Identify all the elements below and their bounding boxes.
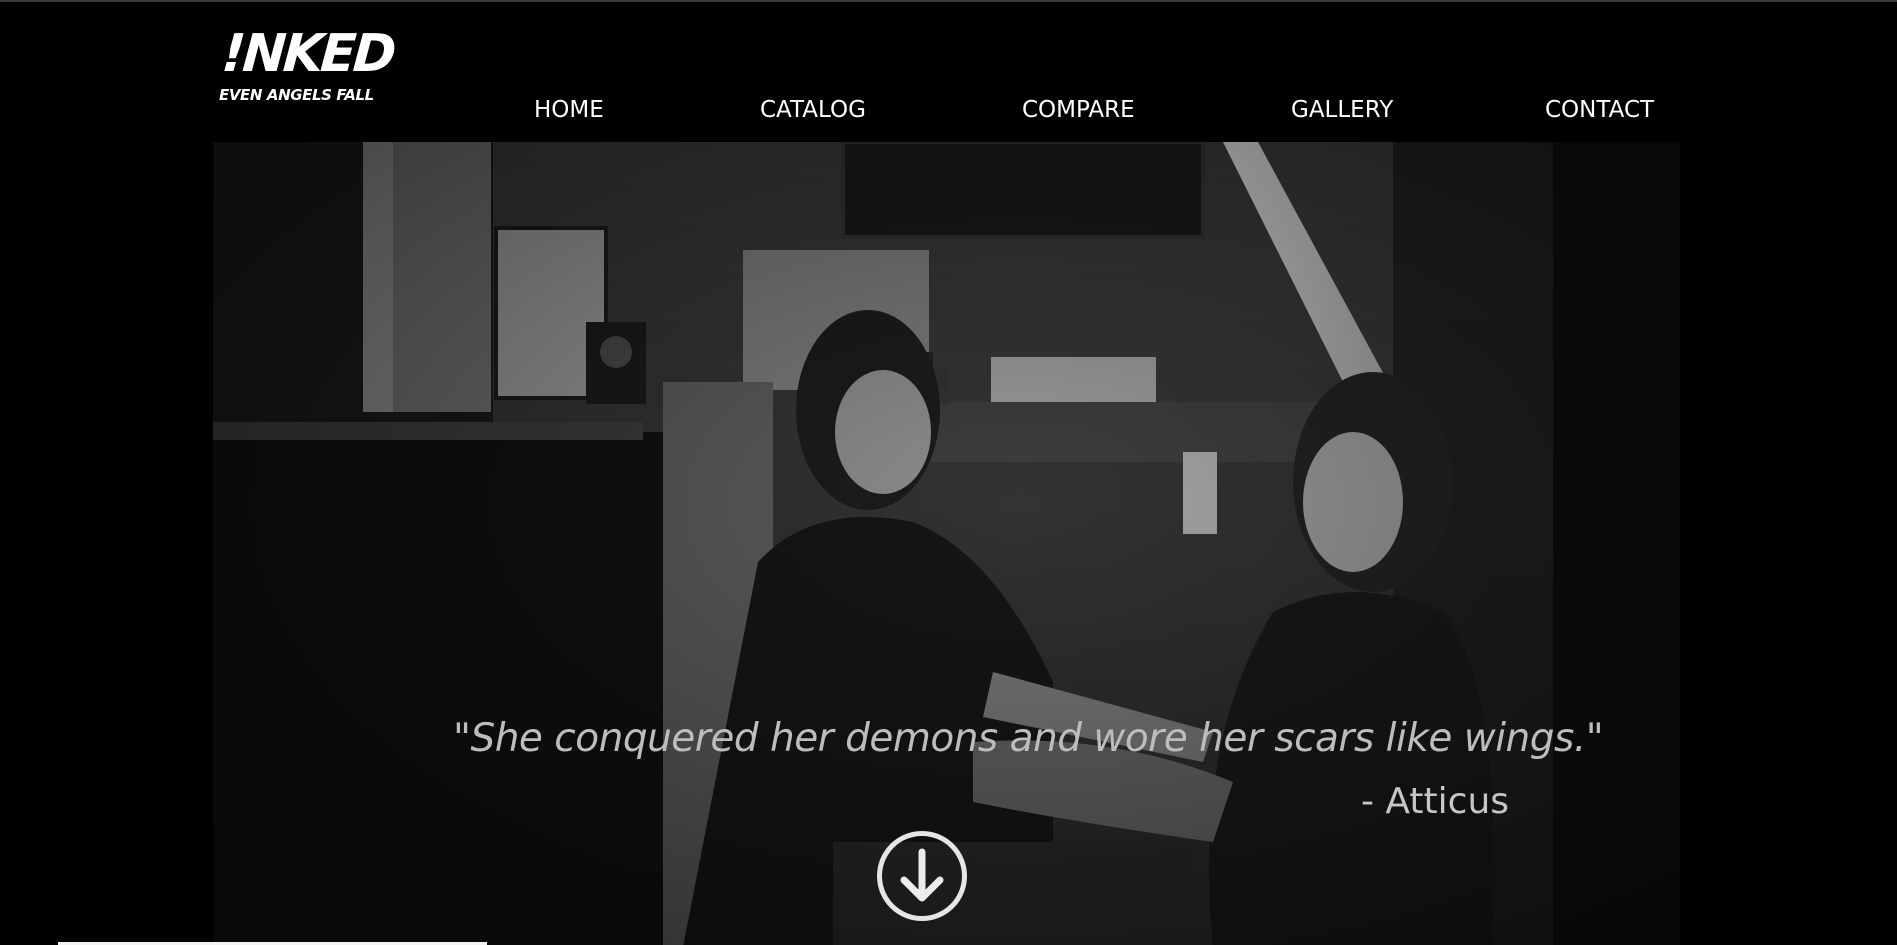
scroll-down-button[interactable] [877,831,967,921]
page: !NKED EVEN ANGELS FALL HOME CATALOG COMP… [0,0,1897,945]
nav-item-gallery[interactable]: GALLERY [1291,90,1393,130]
nav-item-home[interactable]: HOME [534,90,604,130]
hero-quote: "She conquered her demons and wore her s… [453,716,1604,761]
nav-item-compare[interactable]: COMPARE [1022,90,1135,130]
hero-banner: "She conquered her demons and wore her s… [213,142,1680,945]
arrow-down-circle-icon [900,848,944,902]
quote-attribution: - Atticus [1361,781,1510,822]
main-nav: HOME CATALOG COMPARE GALLERY CONTACT [0,90,1897,130]
nav-item-catalog[interactable]: CATALOG [760,90,866,130]
logo-wordmark: !NKED [219,24,396,84]
nav-item-contact[interactable]: CONTACT [1545,90,1654,130]
